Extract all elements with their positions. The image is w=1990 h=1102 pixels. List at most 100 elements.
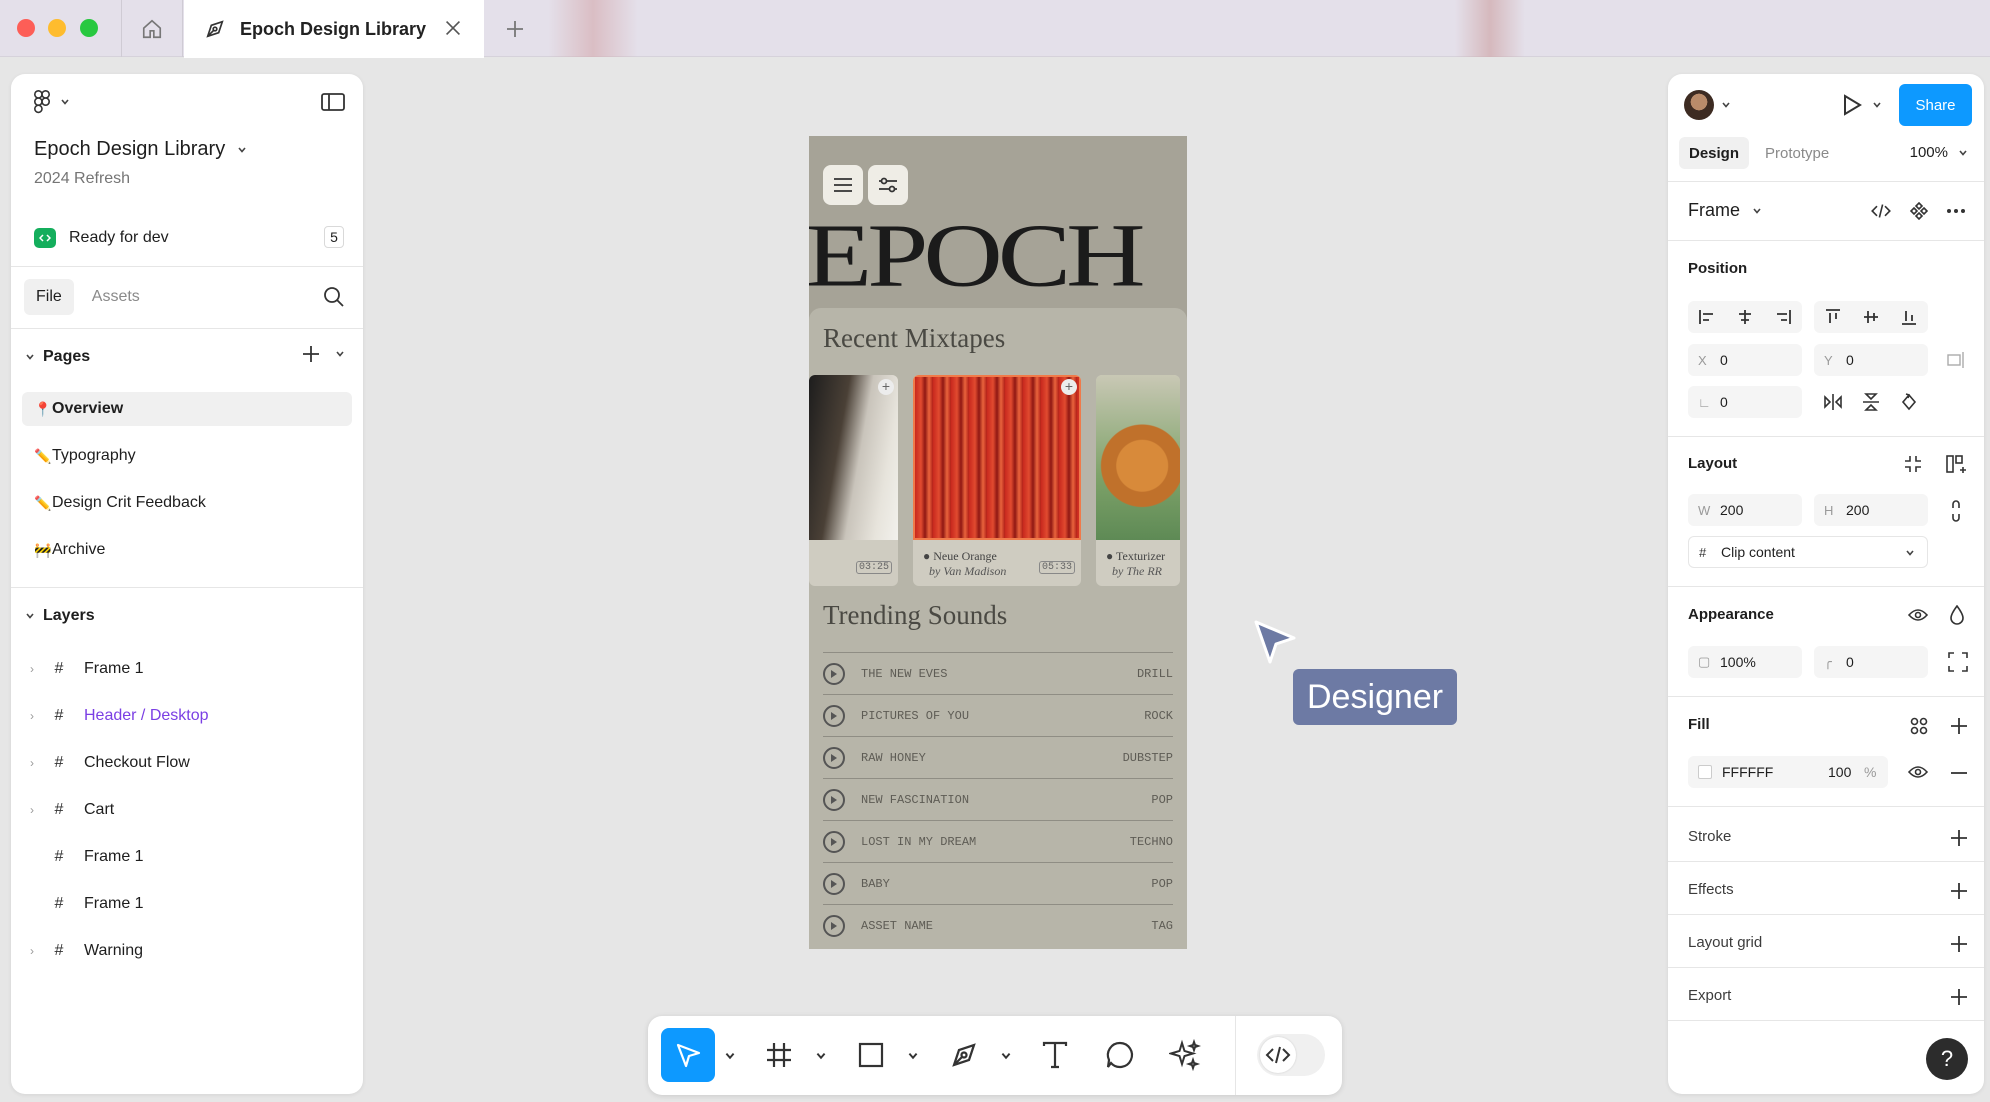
play-icon[interactable] <box>823 788 845 811</box>
dev-mode-toggle[interactable] <box>1257 1034 1325 1076</box>
pages-section-header[interactable]: Pages <box>25 348 90 366</box>
align-middle-icon[interactable] <box>1852 309 1890 325</box>
height-field[interactable]: H 200 <box>1814 494 1928 526</box>
track-row[interactable]: RAW HONEY DUBSTEP <box>823 736 1173 778</box>
ready-for-dev-row[interactable]: Ready for dev 5 <box>34 226 344 250</box>
play-icon[interactable] <box>823 914 845 937</box>
add-page-icon[interactable] <box>301 344 321 364</box>
tab-design[interactable]: Design <box>1679 137 1750 169</box>
chevron-down-icon[interactable] <box>1000 1050 1012 1062</box>
width-field[interactable]: W 200 <box>1688 494 1802 526</box>
resize-to-fit-icon[interactable] <box>1904 455 1922 473</box>
main-menu-button[interactable] <box>32 90 70 114</box>
flip-horizontal-icon[interactable] <box>1814 394 1852 410</box>
constrain-proportions-icon[interactable] <box>1948 500 1964 522</box>
user-avatar[interactable] <box>1684 90 1714 120</box>
align-center-icon[interactable] <box>1726 310 1764 324</box>
page-item-typography[interactable]: ✏️ Typography <box>22 439 352 473</box>
frame-type-dropdown[interactable]: Frame <box>1688 200 1762 221</box>
track-row[interactable]: THE NEW EVES DRILL <box>823 652 1173 694</box>
track-row[interactable]: NEW FASCINATION POP <box>823 778 1173 820</box>
close-icon[interactable] <box>442 17 464 39</box>
move-tool[interactable] <box>661 1028 715 1082</box>
effects-row-label[interactable]: Effects <box>1688 881 1734 898</box>
zoom-dropdown[interactable]: 100% <box>1910 144 1968 161</box>
chevron-right-icon[interactable]: › <box>22 756 42 770</box>
flip-vertical-icon[interactable] <box>1852 393 1890 411</box>
play-icon[interactable] <box>823 872 845 895</box>
play-icon[interactable] <box>823 746 845 769</box>
clip-content-dropdown[interactable]: # Clip content <box>1688 536 1928 568</box>
track-row[interactable]: PICTURES OF YOU ROCK <box>823 694 1173 736</box>
add-icon[interactable]: + <box>1061 379 1077 395</box>
align-top-icon[interactable] <box>1814 309 1852 325</box>
layer-item[interactable]: › # Frame 1 <box>22 652 352 686</box>
align-left-icon[interactable] <box>1688 310 1726 324</box>
tab-assets[interactable]: Assets <box>80 279 152 315</box>
tab-prototype[interactable]: Prototype <box>1755 137 1839 169</box>
tab-file[interactable]: File <box>24 279 74 315</box>
component-icon[interactable] <box>1910 202 1928 220</box>
chevron-right-icon[interactable]: › <box>22 944 42 958</box>
eye-icon[interactable] <box>1908 764 1928 780</box>
track-row[interactable]: ASSET NAME TAG <box>823 904 1173 946</box>
play-icon[interactable] <box>823 830 845 853</box>
styles-icon[interactable] <box>1910 717 1928 735</box>
hamburger-button[interactable] <box>823 165 863 205</box>
comment-tool[interactable] <box>1093 1028 1147 1082</box>
mobile-frame[interactable]: EPOCH Recent Mixtapes + 03:25 + ● Neue O… <box>809 136 1187 949</box>
mixtape-card[interactable]: + ● Neue Orange by Van Madison 05:33 <box>913 375 1081 586</box>
minimize-window-button[interactable] <box>48 19 66 37</box>
home-tab[interactable] <box>121 0 183 57</box>
constraints-icon[interactable] <box>1946 350 1966 370</box>
layers-section-header[interactable]: Layers <box>25 607 95 625</box>
text-tool[interactable] <box>1028 1028 1082 1082</box>
new-tab-button[interactable] <box>495 14 535 44</box>
fill-swatch[interactable] <box>1698 765 1712 779</box>
add-effect-icon[interactable] <box>1949 881 1969 901</box>
code-icon[interactable] <box>1870 203 1892 219</box>
document-tab[interactable]: Epoch Design Library <box>184 0 484 58</box>
chevron-right-icon[interactable]: › <box>22 709 42 723</box>
blend-drop-icon[interactable] <box>1950 605 1964 625</box>
page-item-archive[interactable]: 🚧 Archive <box>22 533 352 567</box>
y-position-field[interactable]: Y 0 <box>1814 344 1928 376</box>
export-row-label[interactable]: Export <box>1688 987 1731 1004</box>
x-position-field[interactable]: X 0 <box>1688 344 1802 376</box>
zoom-window-button[interactable] <box>80 19 98 37</box>
ai-actions-tool[interactable] <box>1158 1028 1212 1082</box>
add-export-icon[interactable] <box>1949 987 1969 1007</box>
add-fill-icon[interactable] <box>1949 716 1969 736</box>
filter-button[interactable] <box>868 165 908 205</box>
more-icon[interactable] <box>1946 208 1966 214</box>
present-play-icon[interactable] <box>1840 93 1864 117</box>
chevron-down-icon[interactable] <box>1721 100 1731 110</box>
layer-item[interactable]: › # Cart <box>22 793 352 827</box>
independent-corners-icon[interactable] <box>1948 652 1968 672</box>
layout-grid-row-label[interactable]: Layout grid <box>1688 934 1762 951</box>
fill-color-field[interactable]: FFFFFF 100 % <box>1688 756 1888 788</box>
add-layout-grid-icon[interactable] <box>1949 934 1969 954</box>
chevron-right-icon[interactable]: › <box>22 803 42 817</box>
play-icon[interactable] <box>823 704 845 727</box>
layer-item[interactable]: # Frame 1 <box>22 840 352 874</box>
rotation-field[interactable]: ∟ 0 <box>1688 386 1802 418</box>
page-item-design-crit-feedback[interactable]: ✏️ Design Crit Feedback <box>22 486 352 520</box>
chevron-right-icon[interactable]: › <box>22 662 42 676</box>
chevron-down-icon[interactable] <box>1872 100 1882 110</box>
align-bottom-icon[interactable] <box>1890 309 1928 325</box>
frame-tool[interactable] <box>752 1028 806 1082</box>
toggle-sidebar-button[interactable] <box>321 92 345 117</box>
chevron-down-icon[interactable] <box>815 1050 827 1062</box>
add-stroke-icon[interactable] <box>1949 828 1969 848</box>
layer-item[interactable]: › # Warning <box>22 934 352 968</box>
auto-layout-icon[interactable] <box>1946 454 1966 474</box>
stroke-row-label[interactable]: Stroke <box>1688 828 1731 845</box>
chevron-down-icon[interactable] <box>335 349 345 359</box>
layer-item[interactable]: › # Checkout Flow <box>22 746 352 780</box>
track-row[interactable]: BABY POP <box>823 862 1173 904</box>
rotate-icon[interactable] <box>1890 393 1928 411</box>
search-button[interactable] <box>323 286 345 313</box>
eye-icon[interactable] <box>1908 607 1928 623</box>
layer-item[interactable]: # Frame 1 <box>22 887 352 921</box>
